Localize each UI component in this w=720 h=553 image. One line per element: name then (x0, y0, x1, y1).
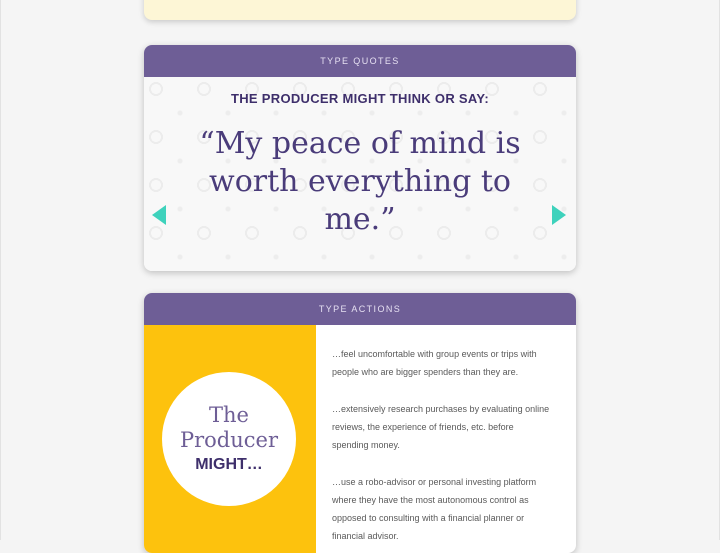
type-actions-card: TYPE ACTIONS The Producer MIGHT… …feel u… (144, 293, 576, 553)
actions-list: …feel uncomfortable with group events or… (332, 345, 552, 553)
actions-card-header: TYPE ACTIONS (144, 293, 576, 325)
action-item: …use a robo-advisor or personal investin… (332, 477, 537, 541)
producer-circle: The Producer MIGHT… (162, 372, 296, 506)
next-arrow-icon[interactable] (552, 205, 566, 225)
quote-text: “My peace of mind is worth everything to… (199, 126, 521, 237)
actions-yellow-panel: The Producer MIGHT… (144, 325, 316, 553)
type-quotes-card: TYPE QUOTES THE PRODUCER MIGHT THINK OR … (144, 45, 576, 271)
previous-card (144, 0, 576, 20)
previous-arrow-icon[interactable] (152, 205, 166, 225)
action-item: …feel uncomfortable with group events or… (332, 349, 537, 377)
action-item: …extensively research purchases by evalu… (332, 404, 550, 450)
quotes-card-header: TYPE QUOTES (144, 45, 576, 77)
circle-text-producer: Producer (179, 428, 278, 452)
circle-text-the: The (209, 403, 249, 427)
quote-heading: THE PRODUCER MIGHT THINK OR SAY: (230, 91, 490, 106)
circle-text-might: MIGHT… (195, 456, 263, 473)
quote-carousel: THE PRODUCER MIGHT THINK OR SAY: “My pea… (144, 77, 576, 271)
